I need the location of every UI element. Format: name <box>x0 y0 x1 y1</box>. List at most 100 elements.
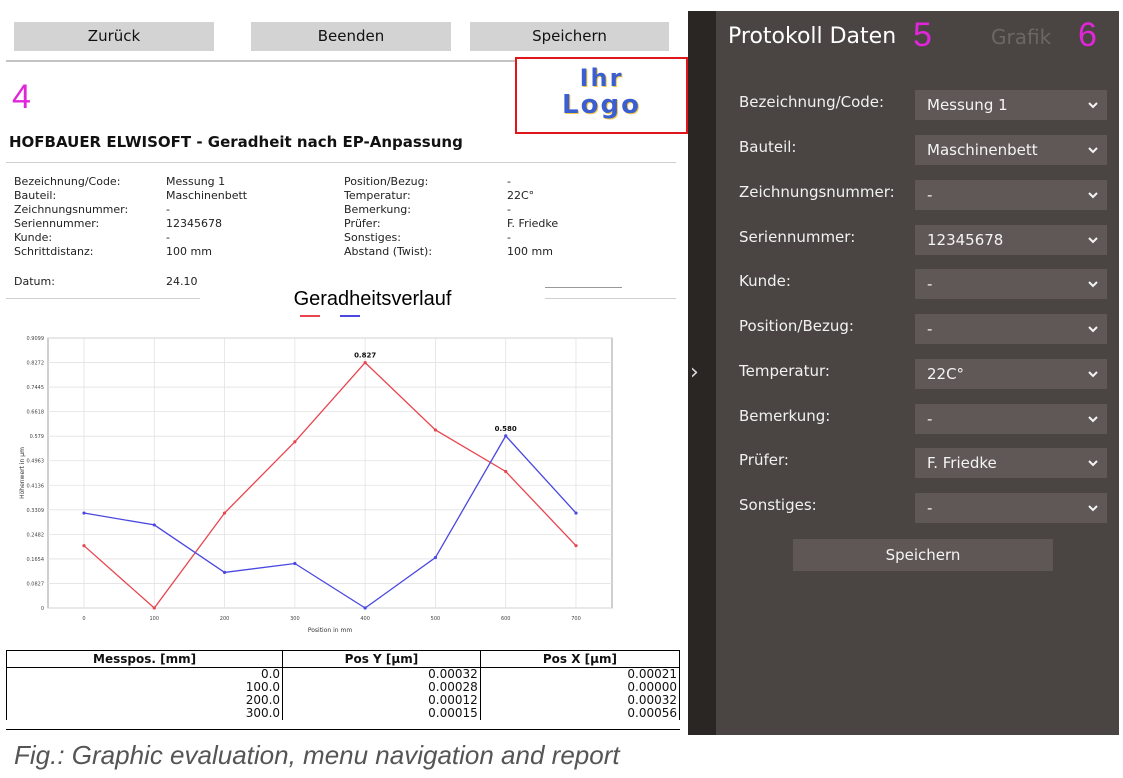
chevron-down-icon <box>1088 192 1098 199</box>
info-value: 22C° <box>507 189 535 202</box>
table-header-cell: Pos Y [µm] <box>282 650 481 668</box>
info-right-values: -22C° - F. Friedke -100 mm <box>507 175 558 259</box>
field-dropdown[interactable]: Maschinenbett <box>915 135 1107 165</box>
y-tick-label: 0.0827 <box>27 581 45 587</box>
field-dropdown[interactable]: - <box>915 314 1107 344</box>
field-value: - <box>927 410 933 428</box>
x-tick-label: 0 <box>82 616 85 622</box>
y-tick-label: 0.6618 <box>27 410 45 416</box>
back-button[interactable]: Zurück <box>14 22 214 51</box>
table-cell: 200.0 <box>5 694 284 707</box>
field-label: Sonstiges: <box>739 496 817 514</box>
data-point <box>293 440 297 444</box>
info-label: Bezeichnung/Code: <box>14 175 121 188</box>
info-label: Kunde: <box>14 231 53 244</box>
field-label: Prüfer: <box>739 451 789 469</box>
data-point <box>152 606 156 610</box>
chevron-down-icon <box>1088 102 1098 109</box>
data-point <box>574 511 578 515</box>
chevron-down-icon <box>1088 326 1098 333</box>
y-tick-label: 0.8272 <box>27 361 45 367</box>
field-dropdown[interactable]: 12345678 <box>915 225 1107 255</box>
chevron-down-icon <box>1088 505 1098 512</box>
data-point <box>152 523 156 527</box>
field-label: Kunde: <box>739 272 791 290</box>
chart-title: Geradheitsverlauf <box>200 285 545 313</box>
logo-placeholder: Ihr Logo <box>515 57 688 134</box>
field-value: 12345678 <box>927 231 1004 249</box>
info-label: Prüfer: <box>344 217 381 230</box>
data-label: 0.827 <box>354 352 376 360</box>
field-dropdown[interactable]: - <box>915 404 1107 434</box>
field-label: Zeichnungsnummer: <box>739 183 895 201</box>
data-point <box>433 428 438 432</box>
chevron-down-icon <box>1088 460 1098 467</box>
end-button[interactable]: Beenden <box>251 22 451 51</box>
signature-line <box>545 287 622 288</box>
panel-save-button[interactable]: Speichern <box>793 539 1053 571</box>
save-button[interactable]: Speichern <box>470 22 669 51</box>
table-row: 200.0 0.00012 0.00032 <box>5 694 681 707</box>
y-tick-label: 0.4136 <box>27 483 45 489</box>
x-tick-label: 500 <box>431 616 441 622</box>
date-value: 24.10 <box>166 275 198 288</box>
info-label: Schrittdistanz: <box>14 245 94 258</box>
x-tick-label: 200 <box>220 616 230 622</box>
table-row: 0.0 0.00032 0.00021 <box>5 667 681 681</box>
field-label: Temperatur: <box>739 362 830 380</box>
title-divider <box>6 162 676 163</box>
info-label: Sonstiges: <box>344 231 401 244</box>
x-tick-label: 100 <box>150 616 160 622</box>
field-dropdown[interactable]: - <box>915 493 1107 523</box>
field-dropdown[interactable]: F. Friedke <box>915 448 1107 478</box>
panel-title: Protokoll Daten <box>728 24 897 49</box>
info-value: - <box>507 231 511 244</box>
info-label: Temperatur: <box>344 189 411 202</box>
field-dropdown[interactable]: 22C° <box>915 359 1107 389</box>
x-tick-label: 300 <box>290 616 300 622</box>
field-label: Bezeichnung/Code: <box>739 93 885 111</box>
info-value: - <box>507 175 511 188</box>
table-cell: 100.0 <box>5 681 284 694</box>
y-tick-label: 0.4963 <box>27 459 45 465</box>
info-value: - <box>507 203 511 216</box>
data-point <box>433 555 438 560</box>
panel-expand-arrow[interactable]: › <box>690 360 699 385</box>
data-point <box>222 570 227 574</box>
data-point <box>504 434 508 438</box>
field-label: Position/Bezug: <box>739 317 854 335</box>
data-point <box>293 561 297 566</box>
table-cell: 0.00015 <box>282 707 481 720</box>
field-value: - <box>927 186 933 204</box>
y-axis-label: Höhenwert in µm <box>19 447 26 499</box>
info-value: 100 mm <box>166 245 212 258</box>
step-number-5: 5 <box>913 16 932 54</box>
info-value: 100 mm <box>507 245 553 258</box>
info-value: F. Friedke <box>507 217 559 230</box>
field-value: - <box>927 320 933 338</box>
figure-caption: Fig.: Graphic evaluation, menu navigatio… <box>14 740 620 770</box>
table-cell: 0.00056 <box>479 707 681 720</box>
info-value: - <box>166 203 170 216</box>
table-cell: 0.00032 <box>282 667 481 681</box>
table-header-cell: Messpos. [mm] <box>5 650 284 668</box>
field-dropdown[interactable]: - <box>915 269 1107 299</box>
data-point <box>82 511 86 515</box>
data-point <box>363 360 367 365</box>
tab-graph[interactable]: Grafik <box>991 25 1051 49</box>
info-right-labels: Position/Bezug: Temperatur: Bemerkung: Prüf… <box>344 175 432 259</box>
field-label: Bauteil: <box>739 138 797 156</box>
info-label: Bauteil: <box>14 189 57 202</box>
info-label: Position/Bezug: <box>344 175 429 188</box>
step-number-4: 4 <box>12 78 31 116</box>
table-row: 300.0 0.00015 0.00056 <box>5 707 681 720</box>
field-dropdown[interactable]: - <box>915 180 1107 210</box>
chevron-down-icon <box>1088 237 1098 244</box>
field-value: Messung 1 <box>927 96 1008 114</box>
field-value: - <box>927 275 933 293</box>
logo-text-line2: Logo <box>562 90 641 120</box>
info-label: Seriennummer: <box>14 217 100 230</box>
x-tick-label: 400 <box>360 616 370 622</box>
field-dropdown[interactable]: Messung 1 <box>915 90 1107 120</box>
y-tick-label: 0.1654 <box>27 557 45 563</box>
